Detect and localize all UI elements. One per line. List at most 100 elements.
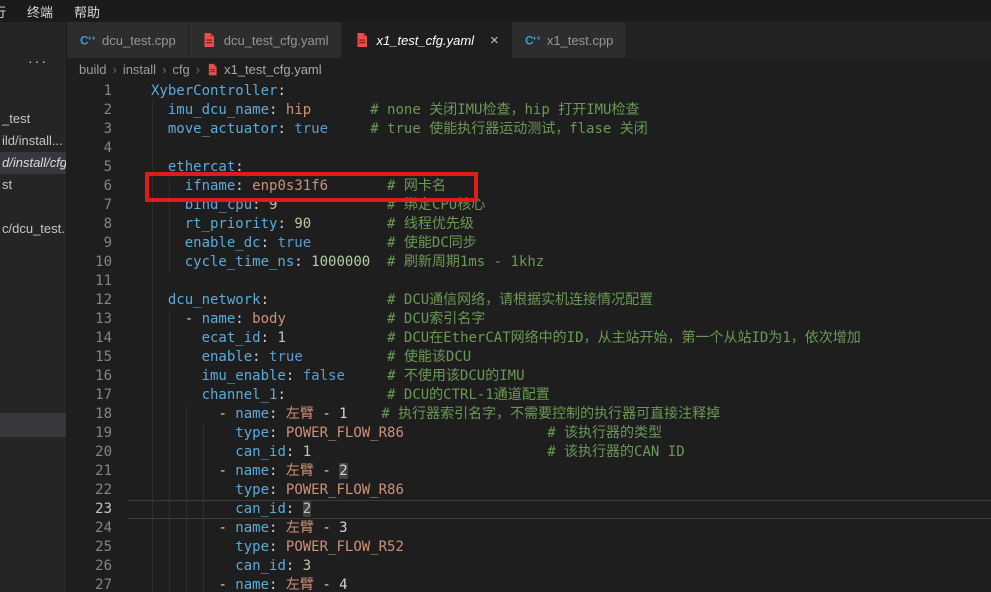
line-number[interactable]: 12 xyxy=(67,291,128,310)
line-number[interactable]: 9 xyxy=(67,234,128,253)
breadcrumb-file[interactable]: x1_test_cfg.yaml xyxy=(206,62,322,77)
line-number[interactable]: 16 xyxy=(67,367,128,386)
code-line[interactable]: 6 ifname: enp0s31f6 # 网卡名 xyxy=(67,177,991,196)
code-token xyxy=(294,558,302,574)
line-number[interactable]: 10 xyxy=(67,253,128,272)
code-line[interactable]: 19 type: POWER_FLOW_R86 # 该执行器的类型 xyxy=(67,424,991,443)
code-line[interactable]: 15 enable: true # 使能该DCU xyxy=(67,348,991,367)
code-token: 1000000 xyxy=(311,254,370,270)
code-token: true xyxy=(277,235,311,251)
code-line[interactable]: 11 xyxy=(67,272,991,291)
code-token: 左臂 xyxy=(286,520,314,536)
line-number[interactable]: 2 xyxy=(67,101,128,120)
code-token: - xyxy=(218,406,235,422)
line-number[interactable]: 21 xyxy=(67,462,128,481)
code-line[interactable]: 18 - name: 左臂 - 1 # 执行器索引名字，不需要控制的执行器可直接… xyxy=(67,405,991,424)
menu-item-0[interactable]: 行 xyxy=(0,2,6,21)
indent-guide xyxy=(169,310,170,592)
code-line[interactable]: 27 - name: 左臂 - 4 xyxy=(67,576,991,592)
code-line[interactable]: 3 move_actuator: true # true 使能执行器运动测试，f… xyxy=(67,120,991,139)
code-token xyxy=(277,197,387,213)
code-line[interactable]: 13 - name: body # DCU索引名字 xyxy=(67,310,991,329)
line-number[interactable]: 23 xyxy=(67,500,128,519)
code-editor[interactable]: 1XyberController:2 imu_dcu_name: hip # n… xyxy=(67,80,991,592)
code-line[interactable]: 10 cycle_time_ns: 1000000 # 刷新周期1ms - 1k… xyxy=(67,253,991,272)
line-number[interactable]: 13 xyxy=(67,310,128,329)
sidebar-highlighted-row[interactable] xyxy=(0,413,66,437)
menu-item-2[interactable]: 帮助 xyxy=(74,2,100,21)
code-line[interactable]: 1XyberController: xyxy=(67,82,991,101)
code-token: # 绑定CPU核心 xyxy=(387,197,485,213)
menu-item-1[interactable]: 终端 xyxy=(27,2,53,21)
code-token xyxy=(151,349,202,365)
sidebar-item[interactable]: st xyxy=(2,174,12,196)
code-line[interactable]: 12 dcu_network: # DCU通信网络，请根据实机连接情况配置 xyxy=(67,291,991,310)
code-line[interactable]: 7 bind_cpu: 9 # 绑定CPU核心 xyxy=(67,196,991,215)
code-token: # 使能DC同步 xyxy=(387,235,477,251)
more-actions-icon[interactable]: ··· xyxy=(28,53,48,69)
code-token xyxy=(151,482,235,498)
code-line[interactable]: 23 can_id: 2 xyxy=(67,500,991,519)
code-token: can_id xyxy=(235,501,286,517)
code-line[interactable]: 5 ethercat: xyxy=(67,158,991,177)
code-line[interactable]: 9 enable_dc: true # 使能DC同步 xyxy=(67,234,991,253)
code-line[interactable]: 16 imu_enable: false # 不使用该DCU的IMU xyxy=(67,367,991,386)
line-number[interactable]: 14 xyxy=(67,329,128,348)
highlighted-occurrence: 2 xyxy=(339,463,347,479)
line-number[interactable]: 15 xyxy=(67,348,128,367)
tab-x1-test-cfg-yaml[interactable]: x1_test_cfg.yaml × xyxy=(342,22,511,58)
sidebar-item[interactable]: c/dcu_test... xyxy=(2,218,67,240)
line-number[interactable]: 27 xyxy=(67,576,128,592)
line-number[interactable]: 1 xyxy=(67,82,128,101)
code-line[interactable]: 14 ecat_id: 1 # DCU在EtherCAT网络中的ID，从主站开始… xyxy=(67,329,991,348)
code-line[interactable]: 24 - name: 左臂 - 3 xyxy=(67,519,991,538)
breadcrumb-segment[interactable]: install xyxy=(123,62,156,77)
line-number[interactable]: 11 xyxy=(67,272,128,291)
line-number[interactable]: 6 xyxy=(67,177,128,196)
code-line[interactable]: 21 - name: 左臂 - 2 xyxy=(67,462,991,481)
breadcrumb-segment[interactable]: build xyxy=(79,62,106,77)
line-number[interactable]: 18 xyxy=(67,405,128,424)
line-number[interactable]: 5 xyxy=(67,158,128,177)
code-token: name xyxy=(235,520,269,536)
tab-dcu-test-cfg-yaml[interactable]: dcu_test_cfg.yaml xyxy=(189,22,341,58)
code-text: ecat_id: 1 # DCU在EtherCAT网络中的ID，从主站开始，第一… xyxy=(128,329,991,348)
line-number[interactable]: 26 xyxy=(67,557,128,576)
code-token: cycle_time_ns xyxy=(185,254,295,270)
code-line[interactable]: 17 channel_1: # DCU的CTRL-1通道配置 xyxy=(67,386,991,405)
code-token: true xyxy=(294,121,328,137)
line-number[interactable]: 4 xyxy=(67,139,128,158)
tab-label: dcu_test_cfg.yaml xyxy=(224,33,329,48)
tab-dcu-test-cpp[interactable]: C++dcu_test.cpp xyxy=(67,22,188,58)
line-number[interactable]: 17 xyxy=(67,386,128,405)
line-number[interactable]: 22 xyxy=(67,481,128,500)
code-line[interactable]: 2 imu_dcu_name: hip # none 关闭IMU检查，hip 打… xyxy=(67,101,991,120)
code-text: channel_1: # DCU的CTRL-1通道配置 xyxy=(128,386,991,405)
code-token xyxy=(151,330,202,346)
code-text: imu_dcu_name: hip # none 关闭IMU检查，hip 打开I… xyxy=(128,101,991,120)
line-number[interactable]: 25 xyxy=(67,538,128,557)
line-number[interactable]: 24 xyxy=(67,519,128,538)
code-line[interactable]: 22 type: POWER_FLOW_R86 xyxy=(67,481,991,500)
line-number[interactable]: 7 xyxy=(67,196,128,215)
code-line[interactable]: 4 xyxy=(67,139,991,158)
sidebar-item[interactable]: _test xyxy=(2,108,30,130)
tab-x1-test-cpp[interactable]: C++x1_test.cpp xyxy=(512,22,626,58)
code-token: # 该执行器的类型 xyxy=(547,425,662,441)
code-line[interactable]: 20 can_id: 1 # 该执行器的CAN ID xyxy=(67,443,991,462)
code-token xyxy=(277,520,285,536)
code-line[interactable]: 26 can_id: 3 xyxy=(67,557,991,576)
tab-label: x1_test_cfg.yaml xyxy=(377,33,475,48)
line-number[interactable]: 8 xyxy=(67,215,128,234)
line-number[interactable]: 20 xyxy=(67,443,128,462)
sidebar-item[interactable]: d/install/cfg xyxy=(0,152,66,174)
breadcrumb-segment[interactable]: cfg xyxy=(172,62,189,77)
code-line[interactable]: 8 rt_priority: 90 # 线程优先级 xyxy=(67,215,991,234)
line-number[interactable]: 3 xyxy=(67,120,128,139)
code-text: - name: 左臂 - 3 xyxy=(128,519,991,538)
line-number[interactable]: 19 xyxy=(67,424,128,443)
close-icon[interactable]: × xyxy=(490,33,499,48)
indent-guide xyxy=(186,405,187,592)
code-line[interactable]: 25 type: POWER_FLOW_R52 xyxy=(67,538,991,557)
sidebar-item[interactable]: ild/install... xyxy=(2,130,63,152)
